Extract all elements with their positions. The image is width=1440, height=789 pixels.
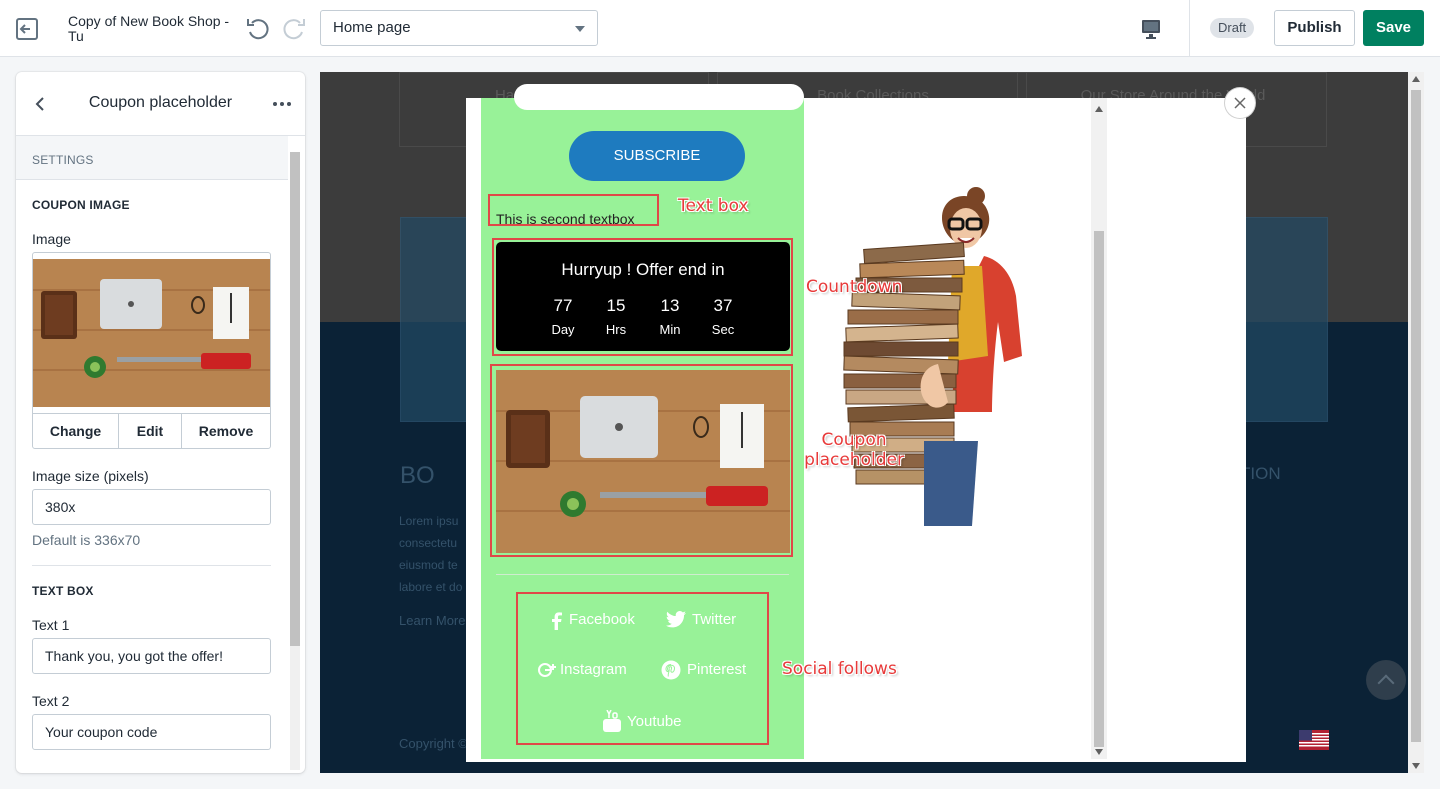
image-picker: Change Edit Remove — [32, 252, 271, 449]
image-actions: Change Edit Remove — [33, 413, 270, 448]
annotation-box-social — [516, 592, 769, 745]
save-button[interactable]: Save — [1363, 10, 1424, 46]
sidebar-header: Coupon placeholder — [16, 72, 305, 136]
annotation-text-box: Text box — [678, 196, 749, 216]
annotation-box-textbox — [488, 194, 659, 226]
text-box-heading: TEXT BOX — [32, 584, 94, 598]
annotation-line: Coupon — [821, 430, 887, 450]
annotation-social-follows: Social follows — [782, 659, 897, 679]
publish-button[interactable]: Publish — [1274, 10, 1355, 46]
close-popup-button[interactable] — [1225, 88, 1255, 118]
image-size-help: Default is 336x70 — [32, 532, 141, 548]
scroll-to-top-icon[interactable] — [1366, 660, 1406, 700]
text2-label: Text 2 — [32, 693, 70, 709]
status-badge: Draft — [1210, 18, 1255, 38]
image-size-label: Image size (pixels) — [32, 468, 149, 484]
learn-more-link[interactable]: Learn More — [399, 613, 465, 628]
annotation-coupon-placeholder: Coupon placeholder — [802, 430, 906, 470]
text2-input[interactable]: Your coupon code — [32, 714, 271, 750]
coupon-image-heading: COUPON IMAGE — [32, 198, 130, 212]
topbar-divider — [1189, 0, 1190, 57]
close-icon — [1234, 97, 1246, 109]
panel-divider — [496, 574, 789, 575]
undo-icon[interactable] — [244, 14, 272, 42]
email-input[interactable] — [514, 84, 804, 110]
edit-image-button[interactable]: Edit — [119, 414, 182, 448]
page-select[interactable]: Home page — [320, 10, 598, 46]
settings-sidebar: Coupon placeholder SETTINGS COUPON IMAGE… — [16, 72, 305, 773]
footer-heading: BO — [400, 462, 435, 489]
change-image-button[interactable]: Change — [33, 414, 119, 448]
back-arrow-icon[interactable] — [28, 92, 52, 116]
editor-topbar: Copy of New Book Shop - Tu Home page Dra… — [0, 0, 1440, 57]
section-divider — [32, 565, 271, 566]
annotation-countdown: Countdown — [806, 277, 903, 297]
settings-label: SETTINGS — [16, 136, 288, 180]
exit-icon[interactable] — [14, 16, 40, 42]
copyright-text: Copyright © — [399, 736, 468, 751]
annotation-box-countdown — [492, 238, 793, 356]
desktop-icon[interactable] — [1138, 16, 1164, 42]
more-options-icon[interactable] — [270, 92, 294, 116]
redo-icon[interactable] — [280, 14, 308, 42]
preview-scrollbar[interactable] — [1408, 72, 1424, 773]
coupon-image-thumbnail — [33, 259, 270, 407]
book-girl-illustration — [843, 187, 1022, 526]
footer-text: Lorem ipsu consectetu eiusmod te labore … — [399, 514, 463, 594]
subscribe-button[interactable]: SUBSCRIBE — [569, 131, 745, 181]
text1-input[interactable]: Thank you, you got the offer! — [32, 638, 271, 674]
text1-label: Text 1 — [32, 617, 70, 633]
footer-heading: TION — [1240, 464, 1281, 483]
annotation-box-coupon — [490, 364, 793, 557]
us-flag-icon[interactable] — [1299, 730, 1329, 750]
image-size-input[interactable]: 380x — [32, 489, 271, 525]
sidebar-scrollbar[interactable] — [288, 152, 300, 770]
remove-image-button[interactable]: Remove — [182, 414, 270, 448]
annotation-line: placeholder — [804, 450, 904, 470]
popup-scrollbar[interactable] — [1091, 98, 1107, 759]
page-select-value: Home page — [333, 19, 411, 36]
shop-title: Copy of New Book Shop - Tu — [68, 13, 230, 44]
caret-down-icon — [575, 26, 585, 32]
sidebar-title: Coupon placeholder — [88, 94, 233, 111]
image-label: Image — [32, 231, 71, 247]
